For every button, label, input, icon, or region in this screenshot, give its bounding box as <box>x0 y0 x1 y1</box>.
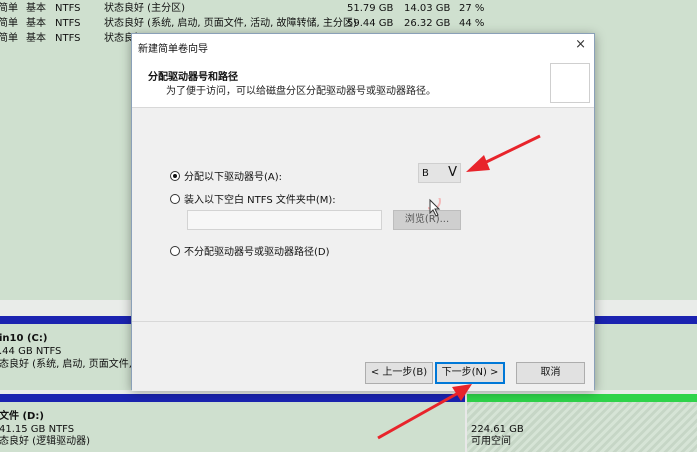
annotation-arrows <box>377 134 541 440</box>
arrow-to-drive-letter-icon <box>466 134 541 172</box>
arrow-to-next-button-icon <box>377 384 472 440</box>
